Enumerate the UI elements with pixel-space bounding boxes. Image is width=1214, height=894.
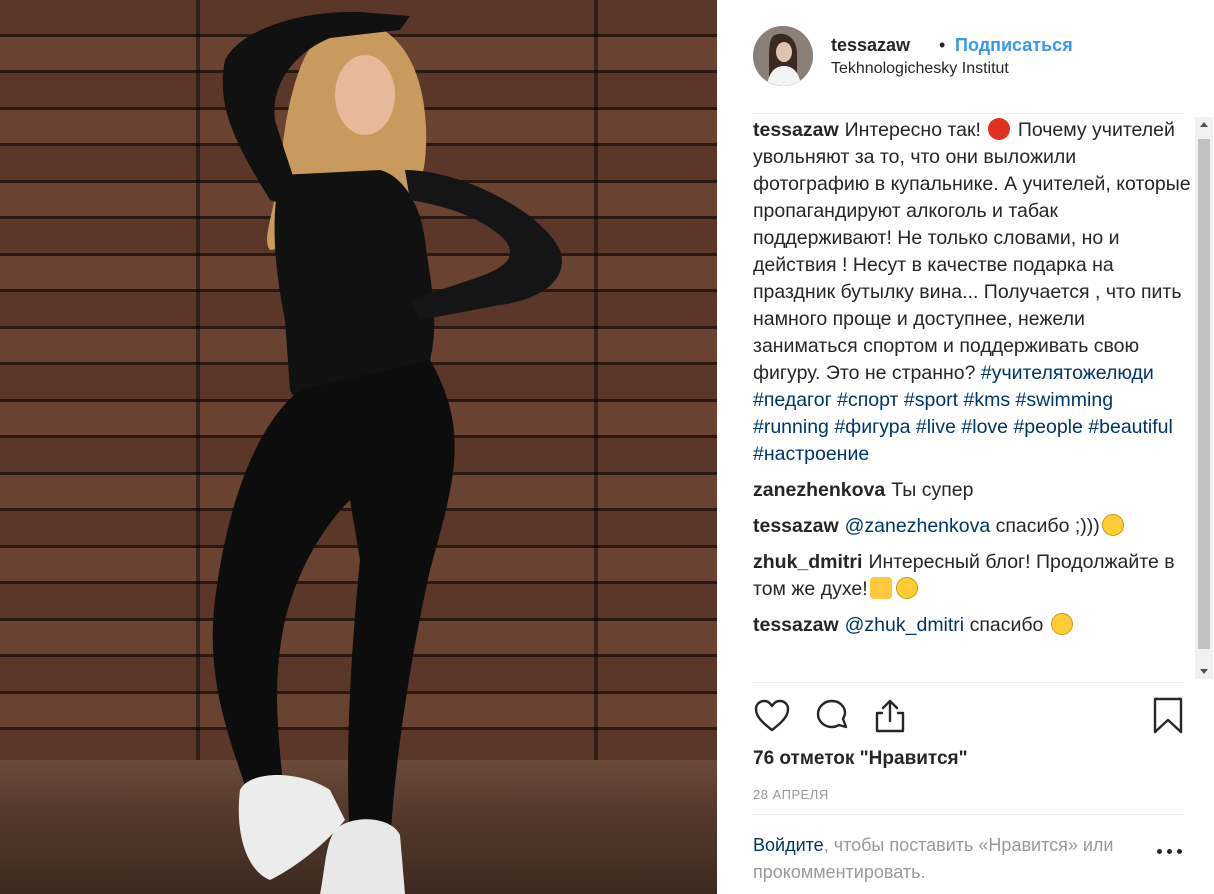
post-date[interactable]: 28 АПРЕЛЯ: [753, 787, 829, 802]
comment-mention[interactable]: @zanezhenkova: [845, 515, 991, 537]
post-photo[interactable]: [0, 0, 717, 894]
hashtag[interactable]: #people: [1013, 416, 1082, 438]
hashtag[interactable]: #live: [916, 416, 956, 438]
comment-item: tessazaw @zhuk_dmitri спасибо: [753, 612, 1193, 639]
comment-username[interactable]: tessazaw: [753, 515, 839, 537]
bookmark-icon[interactable]: [1149, 697, 1187, 735]
woman-in-black-jumpsuit: [212, 11, 562, 894]
likes-count[interactable]: 76 отметок "Нравится": [753, 748, 968, 770]
post-header: tessazaw • Подписаться Tekhnologichesky …: [753, 26, 1183, 86]
hashtag[interactable]: #педагог: [753, 389, 832, 411]
divider: [753, 682, 1183, 683]
hashtag[interactable]: #swimming: [1016, 389, 1114, 411]
share-icon[interactable]: [871, 697, 909, 735]
more-options-icon[interactable]: [1157, 846, 1183, 856]
scroll-down-arrow-icon[interactable]: [1195, 663, 1213, 679]
smiling-face-emoji-icon: [895, 577, 918, 599]
divider: [753, 814, 1183, 815]
hashtag[interactable]: #love: [961, 416, 1008, 438]
caption: tessazaw Интересно так! Почему учителей у…: [753, 117, 1193, 468]
scroll-up-arrow-icon[interactable]: [1195, 117, 1213, 133]
avatar[interactable]: [753, 26, 813, 86]
separator-dot: •: [939, 35, 946, 55]
caption-text-1: Интересно так!: [844, 119, 981, 141]
post-actions: [753, 697, 1183, 735]
comment-username[interactable]: tessazaw: [753, 614, 839, 636]
comments-list[interactable]: tessazaw Интересно так! Почему учителей у…: [753, 117, 1193, 679]
angry-face-emoji-icon: [988, 118, 1011, 140]
comment-icon[interactable]: [813, 697, 851, 735]
hashtag[interactable]: #фигура: [834, 416, 910, 438]
hashtag[interactable]: #running: [753, 416, 829, 438]
grinning-face-emoji-icon: [1050, 613, 1073, 635]
comment-item: zanezhenkova Ты супер: [753, 477, 1193, 504]
comment-username[interactable]: zanezhenkova: [753, 479, 885, 501]
comments-scrollbar[interactable]: [1195, 117, 1213, 679]
hashtag[interactable]: #учителятожелюди: [981, 362, 1154, 384]
smiling-face-emoji-icon: [1101, 514, 1124, 536]
hashtag[interactable]: #beautiful: [1088, 416, 1173, 438]
heart-icon[interactable]: [753, 697, 791, 735]
hashtag[interactable]: #sport: [904, 389, 958, 411]
divider: [753, 113, 1183, 114]
login-prompt: Войдите, чтобы поставить «Нравится» или …: [753, 832, 1133, 886]
comment-text: спасибо ;))): [995, 515, 1100, 537]
post-author-username[interactable]: tessazaw: [831, 35, 910, 56]
post-details-panel: tessazaw • Подписаться Tekhnologichesky …: [717, 0, 1214, 894]
hashtag[interactable]: #kms: [964, 389, 1011, 411]
login-link[interactable]: Войдите: [753, 835, 824, 855]
hashtag[interactable]: #спорт: [837, 389, 898, 411]
post-location[interactable]: Tekhnologichesky Institut: [831, 60, 1009, 78]
comment-username[interactable]: zhuk_dmitri: [753, 551, 862, 573]
caption-text-2: Почему учителей увольняют за то, что они…: [753, 119, 1191, 384]
comment-mention[interactable]: @zhuk_dmitri: [845, 614, 965, 636]
hashtag[interactable]: #настроение: [753, 443, 869, 465]
caption-username[interactable]: tessazaw: [753, 119, 839, 141]
comment-text: Ты супер: [891, 479, 974, 501]
comment-item: tessazaw @zanezhenkova спасибо ;))): [753, 513, 1193, 540]
follow-button[interactable]: Подписаться: [955, 35, 1073, 56]
scrollbar-thumb[interactable]: [1198, 139, 1210, 649]
thumbs-up-emoji-icon: [869, 577, 892, 599]
comment-text: спасибо: [969, 614, 1044, 636]
comment-item: zhuk_dmitri Интересный блог! Продолжайте …: [753, 549, 1193, 603]
